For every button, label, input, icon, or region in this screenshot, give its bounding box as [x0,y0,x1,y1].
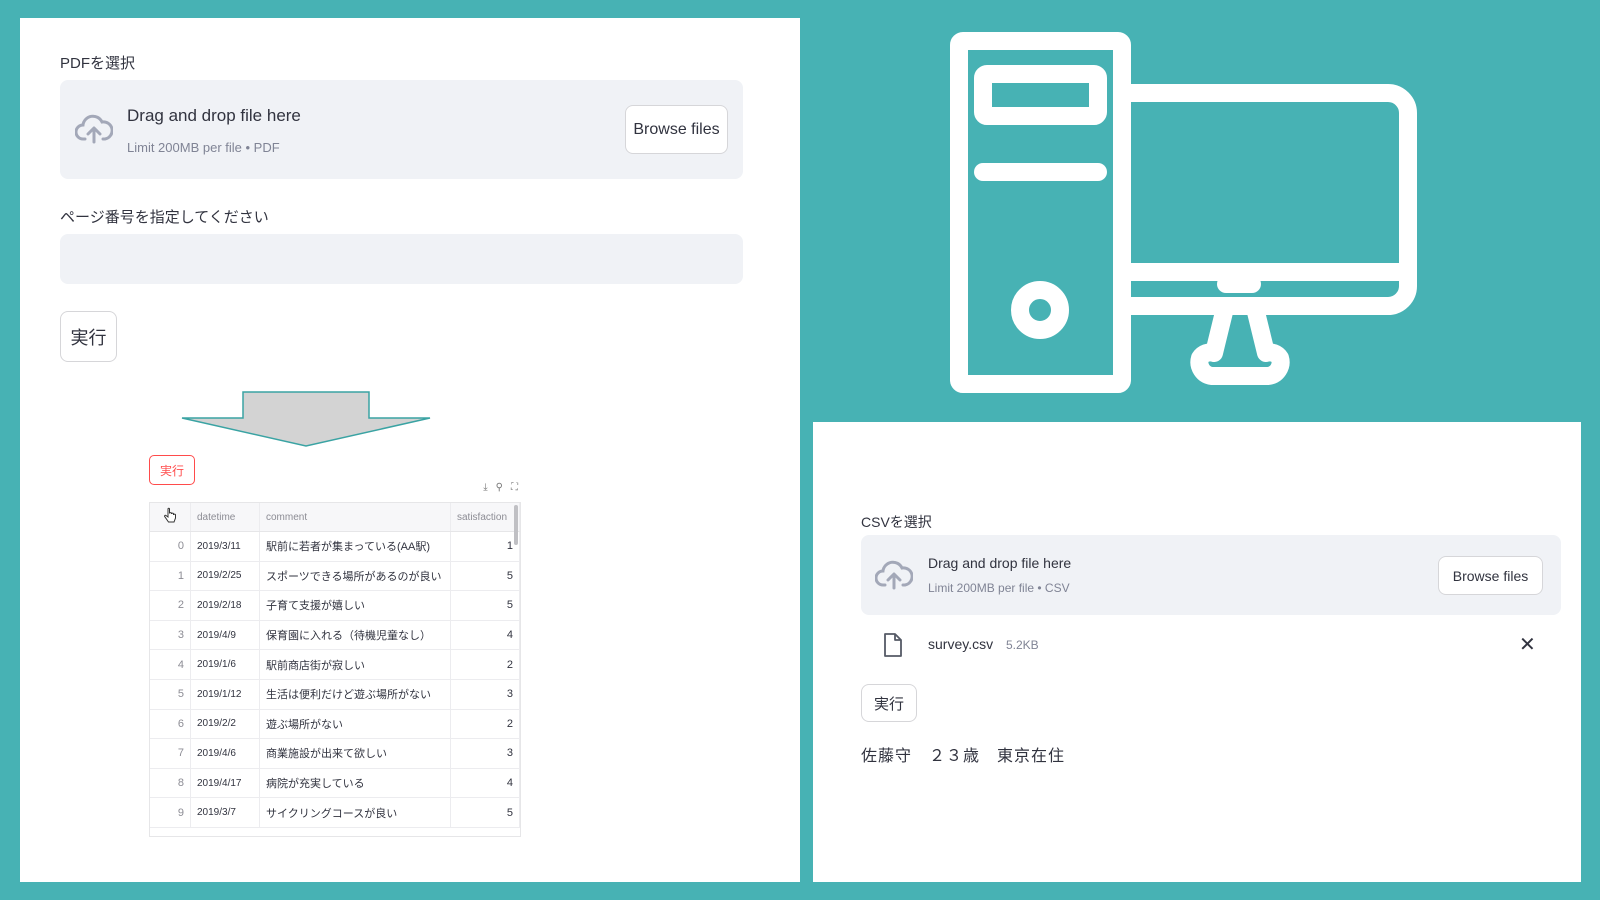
result-text: 佐藤守 ２３歳 東京在住 [861,748,1066,765]
run-button[interactable]: 実行 [861,684,917,722]
cell-datetime: 2019/2/25 [190,561,260,592]
table-row: 0 2019/3/11 駅前に若者が集まっている(AA駅) 1 [150,531,520,562]
csv-app-panel: CSVを選択 Drag and drop file here Limit 200… [813,422,1581,882]
csv-select-label: CSVを選択 [861,514,932,530]
run-button[interactable]: 実行 [60,311,117,362]
cloud-upload-icon [875,560,913,590]
grid-toolbar: ⤓ ⚲ ⛶ [454,478,518,496]
cell-datetime: 2019/1/6 [190,649,260,680]
cell-datetime: 2019/2/18 [190,590,260,621]
table-row: 9 2019/3/7 サイクリングコースが良い 5 [150,797,520,828]
grid-col-header[interactable]: datetime [190,503,260,532]
row-index: 7 [150,738,191,769]
cloud-upload-icon [75,114,113,144]
dropzone-limit: Limit 200MB per file • PDF [127,140,280,155]
cell-comment: サイクリングコースが良い [259,797,451,828]
row-index: 8 [150,768,191,799]
grid-corner [150,503,191,532]
hand-cursor-icon [164,507,176,522]
row-index: 2 [150,590,191,621]
cell-satisfaction: 5 [450,561,520,592]
row-index: 1 [150,561,191,592]
table-row: 2 2019/2/18 子育て支援が嬉しい 5 [150,590,520,621]
cell-datetime: 2019/1/12 [190,679,260,710]
table-row: 3 2019/4/9 保育園に入れる（待機児童なし） 4 [150,620,520,651]
pdf-dropzone[interactable]: Drag and drop file here Limit 200MB per … [60,80,743,179]
row-index: 3 [150,620,191,651]
pdf-select-label: PDFを選択 [60,55,136,72]
cell-comment: 保育園に入れる（待機児童なし） [259,620,451,651]
data-grid: datetime comment satisfaction 0 2019/3/11… [149,502,521,837]
file-icon [884,633,902,657]
cell-satisfaction: 3 [450,679,520,710]
download-icon[interactable]: ⤓ [483,482,487,493]
row-index: 9 [150,797,191,828]
fullscreen-icon[interactable]: ⛶ [511,482,518,493]
dropzone-title: Drag and drop file here [928,555,1072,571]
pdf-app-panel: PDFを選択 Drag and drop file here Limit 200… [20,18,800,882]
cell-datetime: 2019/3/11 [190,531,260,562]
down-arrow-icon [181,391,431,447]
table-row: 1 2019/2/25 スポーツできる場所があるのが良い 5 [150,561,520,592]
table-row: 7 2019/4/6 商業施設が出来て欲しい 3 [150,738,520,769]
cell-satisfaction: 3 [450,738,520,769]
cell-satisfaction: 5 [450,590,520,621]
dropzone-limit: Limit 200MB per file • CSV [928,581,1070,595]
table-row: 4 2019/1/6 駅前商店街が寂しい 2 [150,649,520,680]
cell-comment: 遊ぶ場所がない [259,709,451,740]
cell-satisfaction: 4 [450,620,520,651]
grid-header-row: datetime comment satisfaction [150,503,520,532]
uploaded-file-row: survey.csv 5.2KB ✕ [861,625,1561,665]
table-row: 6 2019/2/2 遊ぶ場所がない 2 [150,709,520,740]
browse-files-button[interactable]: Browse files [625,105,728,154]
uploaded-file-name: survey.csv [928,636,994,652]
grid-col-header[interactable]: satisfaction [450,503,520,532]
cell-satisfaction: 2 [450,649,520,680]
table-row: 8 2019/4/17 病院が充実している 4 [150,768,520,799]
cell-satisfaction: 4 [450,768,520,799]
cell-datetime: 2019/2/2 [190,709,260,740]
row-index: 4 [150,649,191,680]
cell-comment: 子育て支援が嬉しい [259,590,451,621]
cell-datetime: 2019/4/9 [190,620,260,651]
search-icon[interactable]: ⚲ [496,482,503,493]
cell-datetime: 2019/3/7 [190,797,260,828]
cell-satisfaction: 2 [450,709,520,740]
mini-run-button[interactable]: 実行 [149,455,195,485]
grid-scrollbar[interactable] [514,505,518,545]
cell-comment: 駅前商店街が寂しい [259,649,451,680]
close-icon[interactable]: ✕ [1519,635,1536,655]
cell-comment: 商業施設が出来て欲しい [259,738,451,769]
cell-comment: 病院が充実している [259,768,451,799]
cell-comment: スポーツできる場所があるのが良い [259,561,451,592]
cell-satisfaction: 5 [450,797,520,828]
table-row: 5 2019/1/12 生活は便利だけど遊ぶ場所がない 3 [150,679,520,710]
cell-datetime: 2019/4/17 [190,768,260,799]
row-index: 5 [150,679,191,710]
csv-dropzone[interactable]: Drag and drop file here Limit 200MB per … [861,535,1561,615]
cell-comment: 駅前に若者が集まっている(AA駅) [259,531,451,562]
uploaded-file-size: 5.2KB [1006,638,1039,652]
browse-files-button[interactable]: Browse files [1438,556,1543,595]
row-index: 6 [150,709,191,740]
page-number-label: ページ番号を指定してください [60,209,269,226]
desktop-computer-icon [950,32,1417,393]
page-number-input[interactable] [60,234,743,284]
cell-datetime: 2019/4/6 [190,738,260,769]
grid-col-header[interactable]: comment [259,503,451,532]
cell-comment: 生活は便利だけど遊ぶ場所がない [259,679,451,710]
row-index: 0 [150,531,191,562]
dropzone-title: Drag and drop file here [127,106,301,125]
cell-satisfaction: 1 [450,531,520,562]
